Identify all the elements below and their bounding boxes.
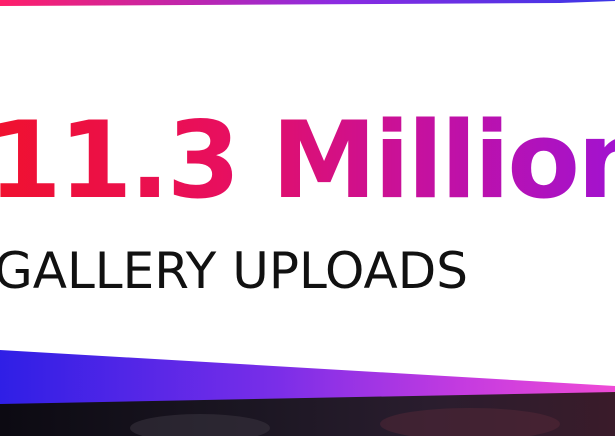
stat-card: 11.3 Million GALLERY UPLOADS [0,0,615,436]
stat-value: 11.3 Million [0,108,615,214]
stat-label: GALLERY UPLOADS [0,242,468,300]
bottom-gradient-banner [0,350,615,436]
top-accent-stripe [0,0,615,6]
